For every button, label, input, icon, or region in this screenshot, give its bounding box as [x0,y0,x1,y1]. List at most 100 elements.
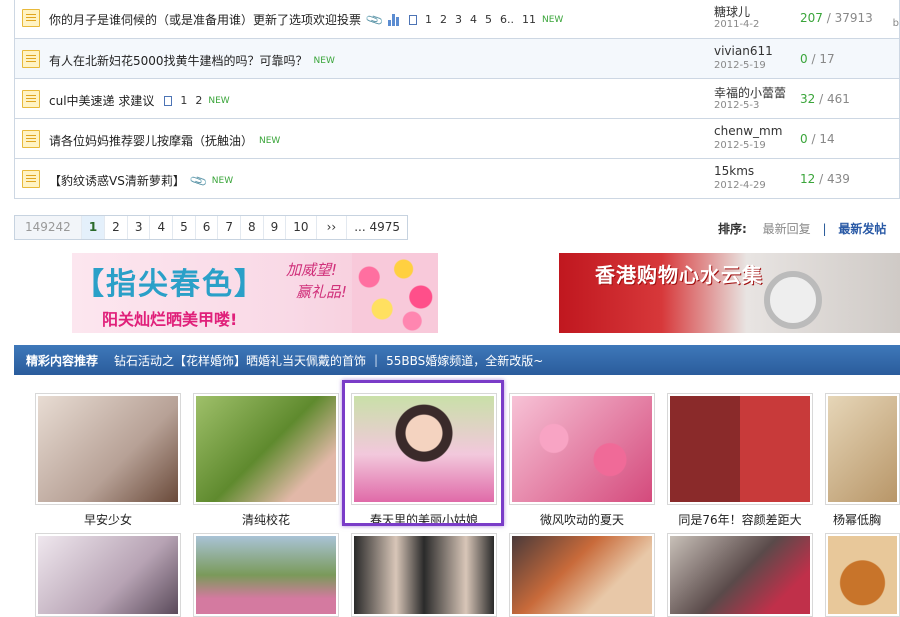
gallery-caption[interactable]: 春天里的美丽小姑娘 [351,511,497,528]
hk-shopping-banner[interactable]: 香港购物心水云集 [559,253,900,333]
poll-icon [387,13,399,26]
thumbnail[interactable] [35,533,181,617]
thread-author[interactable]: 糖球儿 [714,3,750,20]
page-link[interactable]: 9 [263,216,287,239]
page-link[interactable]: 6.. [500,13,514,26]
thumbnail[interactable] [825,533,900,617]
thumbnail[interactable] [351,393,497,505]
page-link-current[interactable]: 1 [81,216,106,239]
nail-art-banner[interactable]: 【指尖春色】 加威望! 赢礼品! 阳关灿烂晒美甲喽! [72,253,438,333]
thumbnail[interactable] [667,533,813,617]
thread-date: 2012-5-3 [714,100,760,111]
gallery-caption[interactable]: 同是76年！容颜差距大 [667,511,813,528]
gallery-card[interactable]: 微风吹动的夏天 [509,393,655,528]
thread-title[interactable]: 你的月子是谁伺候的（或是准备用谁）更新了选项欢迎投票 [49,11,361,28]
thread-title[interactable]: 请各位妈妈推荐婴儿按摩霜（抚触油） [49,132,253,149]
gallery-caption[interactable]: 杨幂低胸 [825,511,900,528]
new-tag: NEW [208,95,230,106]
thread-row[interactable]: 【豹纹诱惑VS清新萝莉】 📎 NEW 15kms 2012-4-29 12 / … [15,159,899,199]
pagination: 149242 1 2 3 4 5 6 7 8 9 10 ›› ... 4975 [14,215,408,240]
thumbnail[interactable] [193,533,339,617]
thumbnail[interactable] [667,393,813,505]
thread-stats: 12 / 439 [800,172,850,186]
thread-title[interactable]: 有人在北新妇花5000找黄牛建档的吗？可靠吗？ [49,52,308,69]
truncated-text: b [892,18,899,29]
thumbnail[interactable] [193,393,339,505]
last-page-link[interactable]: ... 4975 [347,216,407,239]
gallery-card[interactable] [509,533,655,617]
gallery-card[interactable] [667,533,813,617]
thumbnail[interactable] [35,393,181,505]
thread-title[interactable]: cul中美速递 求建议 [49,92,154,109]
gallery-card[interactable]: 同是76年！容颜差距大 [667,393,813,528]
page-link[interactable]: 4 [150,216,174,239]
thread-pages: 1 2 3 4 5 6.. 11 [408,13,536,26]
gallery-card[interactable] [35,533,181,617]
gallery-caption[interactable]: 微风吹动的夏天 [509,511,655,528]
thread-author[interactable]: vivian611 [714,44,773,58]
thread-date: 2012-4-29 [714,180,766,191]
thread-row[interactable]: 你的月子是谁伺候的（或是准备用谁）更新了选项欢迎投票 📎 1 2 3 4 5 6… [15,0,899,39]
thread-date: 2012-5-19 [714,60,766,71]
new-tag: NEW [313,55,335,66]
featured-title: 精彩内容推荐 [26,353,99,368]
gallery-card[interactable] [193,533,339,617]
thumbnail[interactable] [509,393,655,505]
featured-link[interactable]: 55BBS婚嫁频道，全新改版~ [386,352,543,369]
thread-stats: 207 / 37913 [800,11,873,25]
thread-row[interactable]: 请各位妈妈推荐婴儿按摩霜（抚触油） NEW chenw_mm 2012-5-19… [15,119,899,159]
thread-title[interactable]: 【豹纹诱惑VS清新萝莉】 [49,172,185,189]
page-link[interactable]: 5 [173,216,196,239]
thread-author[interactable]: chenw_mm [714,124,782,138]
folder-icon [22,170,40,188]
sort-latest-post[interactable]: 最新发帖 [838,222,886,236]
featured-bar: 精彩内容推荐 钻石活动之【花样婚饰】晒婚礼当天佩戴的首饰 | 55BBS婚嫁频道… [14,345,900,375]
page-link[interactable]: 4 [470,13,477,26]
banner-bonus: 加威望! 赢礼品! [286,259,347,303]
watch-image [764,271,822,329]
view-count: 37913 [834,11,873,25]
thread-author[interactable]: 15kms [714,164,754,178]
next-page-button[interactable]: ›› [316,216,348,239]
thread-author[interactable]: 幸福的小蕾蕾 [714,84,786,101]
thread-row[interactable]: 有人在北新妇花5000找黄牛建档的吗？可靠吗？ NEW vivian611 20… [15,39,899,79]
gallery-caption[interactable]: 早安少女 [35,511,181,528]
page-link[interactable]: 11 [522,13,536,26]
banner-bonus-line: 赢礼品! [296,283,348,301]
page-link[interactable]: 8 [241,216,264,239]
reply-count: 32 [800,92,816,106]
page-link[interactable]: 5 [485,13,492,26]
page-link[interactable]: 7 [218,216,242,239]
gallery-card[interactable]: 早安少女 [35,393,181,528]
thread-row[interactable]: cul中美速递 求建议 1 2 NEW 幸福的小蕾蕾 2012-5-3 32 /… [15,79,899,119]
page-link[interactable]: 2 [440,13,447,26]
sort-label: 排序: [718,222,747,236]
gallery-card-selected[interactable]: 春天里的美丽小姑娘 [351,393,497,528]
page-link[interactable]: 2 [195,94,202,107]
thumbnail[interactable] [509,533,655,617]
featured-link[interactable]: 钻石活动之【花样婚饰】晒婚礼当天佩戴的首饰 [114,352,366,369]
page-icon [408,14,417,25]
thumbnail[interactable] [825,393,900,505]
banner-headline: 【指尖春色】 [74,267,266,302]
page-link[interactable]: 3 [455,13,462,26]
page-link[interactable]: 1 [425,13,432,26]
page-link[interactable]: 6 [195,216,219,239]
page-link[interactable]: 2 [105,216,128,239]
gallery-card[interactable]: 杨幂低胸 [825,393,900,528]
gallery-card[interactable]: 清纯校花 [193,393,339,528]
reply-count: 0 [800,52,808,66]
page-link[interactable]: 3 [127,216,151,239]
attachment-icon: 📎 [188,170,209,191]
thumbnail[interactable] [351,533,497,617]
gallery-caption[interactable]: 清纯校花 [193,511,339,528]
thread-date: 2012-5-19 [714,140,766,151]
thread-stats: 0 / 14 [800,132,835,146]
reply-count: 0 [800,132,808,146]
gallery-card[interactable] [351,533,497,617]
page-link[interactable]: 1 [180,94,187,107]
thread-date: 2011-4-2 [714,19,760,30]
sort-latest-reply[interactable]: 最新回复 [763,222,811,236]
gallery-card[interactable] [825,533,900,617]
page-link[interactable]: 10 [286,216,317,239]
